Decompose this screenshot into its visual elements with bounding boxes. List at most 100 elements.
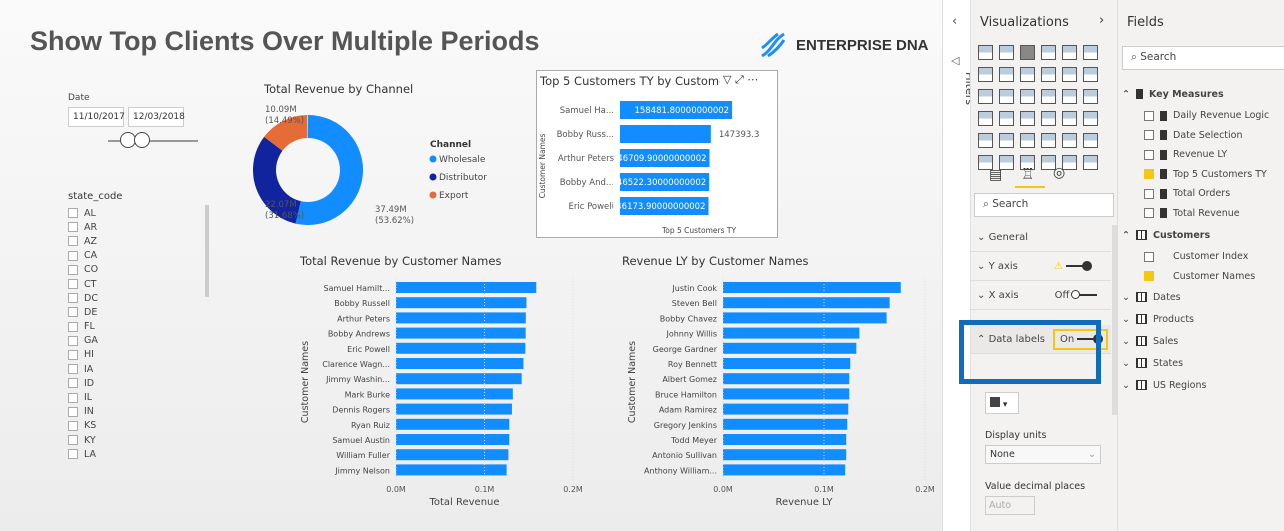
state-item[interactable]: CA	[68, 249, 98, 263]
visual-type-icon[interactable]	[1062, 45, 1077, 60]
checkbox[interactable]	[68, 279, 78, 290]
visual-type-icon[interactable]	[1041, 45, 1056, 60]
color-picker[interactable]: ▾	[985, 392, 1019, 414]
field-item[interactable]: Total Orders	[1122, 184, 1282, 204]
state-item[interactable]: KY	[68, 433, 98, 447]
state-item[interactable]: IN	[68, 405, 98, 419]
visual-type-icon[interactable]	[1083, 67, 1098, 82]
state-item[interactable]: IA	[68, 362, 98, 376]
fields-tab-icon[interactable]: ▤	[989, 167, 1002, 183]
format-search-input[interactable]: ⌕ Search	[974, 193, 1114, 217]
state-item[interactable]: AL	[68, 206, 98, 220]
checkbox[interactable]	[68, 449, 78, 460]
checkbox[interactable]	[68, 406, 78, 417]
display-units-dropdown[interactable]: None ⌄	[985, 445, 1101, 464]
checkbox[interactable]	[68, 293, 78, 304]
visual-type-icon[interactable]	[978, 111, 993, 126]
field-item[interactable]: Customer Names	[1122, 267, 1282, 287]
visual-type-icon[interactable]	[978, 133, 993, 148]
state-item[interactable]: CT	[68, 277, 98, 291]
checkbox[interactable]	[68, 250, 78, 261]
state-item[interactable]: AZ	[68, 234, 98, 248]
checkbox[interactable]	[68, 208, 78, 219]
field-item[interactable]: Daily Revenue Logic	[1122, 106, 1282, 126]
visual-type-icon[interactable]	[1062, 67, 1077, 82]
state-item[interactable]: DC	[68, 291, 98, 305]
analytics-icon[interactable]: ◎	[1053, 165, 1065, 181]
visual-type-icon[interactable]	[1020, 67, 1035, 82]
visual-type-gallery[interactable]	[975, 43, 1115, 175]
table-item[interactable]: ⌄ States	[1122, 352, 1282, 374]
checkbox[interactable]	[68, 264, 78, 275]
checkbox[interactable]	[1144, 110, 1154, 121]
state-item[interactable]: GA	[68, 334, 98, 348]
visual-type-icon[interactable]	[1062, 133, 1077, 148]
state-item[interactable]: FL	[68, 320, 98, 334]
section-y-axis[interactable]: ⌄ Y axis ⚠	[971, 252, 1111, 281]
section-general[interactable]: ⌄ General	[971, 223, 1111, 252]
checkbox[interactable]	[1144, 188, 1154, 199]
visual-type-icon[interactable]	[1083, 89, 1098, 104]
state-item[interactable]: KS	[68, 419, 98, 433]
visual-type-icon[interactable]	[1041, 133, 1056, 148]
checkbox[interactable]	[68, 222, 78, 233]
decimal-places-input[interactable]: Auto	[985, 496, 1035, 515]
checkbox[interactable]	[68, 321, 78, 332]
visual-type-icon[interactable]	[1020, 133, 1035, 148]
state-item[interactable]: AR	[68, 220, 98, 234]
checkbox[interactable]	[68, 307, 78, 318]
state-item[interactable]: CO	[68, 263, 98, 277]
visual-type-icon[interactable]	[978, 89, 993, 104]
visual-type-icon[interactable]	[1083, 133, 1098, 148]
visual-type-icon[interactable]	[999, 133, 1014, 148]
collapse-arrow-icon[interactable]: ‹	[952, 14, 957, 29]
date-end-input[interactable]: 12/03/2018	[128, 107, 185, 127]
checkbox[interactable]	[1144, 169, 1154, 180]
checkbox[interactable]	[1144, 271, 1154, 282]
fields-search-input[interactable]: ⌕ Search	[1122, 46, 1284, 70]
field-group[interactable]: ⌃ Customers	[1122, 223, 1282, 247]
visual-type-icon[interactable]	[1083, 45, 1098, 60]
visual-type-icon[interactable]	[1041, 89, 1056, 104]
date-start-input[interactable]: 11/10/2017	[68, 107, 125, 127]
visual-type-icon[interactable]	[999, 45, 1014, 60]
table-item[interactable]: ⌄ Sales	[1122, 330, 1282, 352]
visual-type-icon[interactable]	[1041, 111, 1056, 126]
visual-type-icon[interactable]	[1083, 111, 1098, 126]
y-axis-toggle[interactable]	[1066, 261, 1093, 271]
visual-type-icon[interactable]	[1020, 45, 1035, 60]
section-x-axis[interactable]: ⌄ X axis Off	[971, 281, 1111, 310]
visual-type-icon[interactable]	[978, 67, 993, 82]
checkbox[interactable]	[1144, 149, 1154, 160]
checkbox[interactable]	[68, 392, 78, 403]
visual-type-icon[interactable]	[978, 45, 993, 60]
table-item[interactable]: ⌄ Dates	[1122, 286, 1282, 308]
visual-header-icons[interactable]: ▽ ⤢ ⋯	[723, 73, 758, 87]
field-item[interactable]: Date Selection	[1122, 126, 1282, 146]
state-item[interactable]: IL	[68, 390, 98, 404]
field-item[interactable]: Top 5 Customers TY	[1122, 165, 1282, 185]
filters-pane[interactable]: ‹ ◁ Filters	[942, 0, 976, 531]
visual-type-icon[interactable]	[999, 89, 1014, 104]
field-group[interactable]: ⌃ Key Measures	[1122, 82, 1282, 106]
checkbox[interactable]	[1144, 208, 1154, 219]
format-paint-roller-icon[interactable]: ♖	[1021, 165, 1034, 183]
field-item[interactable]: Total Revenue	[1122, 204, 1282, 224]
state-item[interactable]: LA	[68, 447, 98, 461]
visual-type-icon[interactable]	[999, 111, 1014, 126]
visual-type-icon[interactable]	[1083, 155, 1098, 170]
state-item[interactable]: DE	[68, 305, 98, 319]
expand-arrow-icon[interactable]: ›	[1099, 13, 1104, 28]
visual-type-icon[interactable]	[1020, 111, 1035, 126]
checkbox[interactable]	[1144, 251, 1154, 262]
checkbox[interactable]	[68, 335, 78, 346]
top5-visual[interactable]: Top 5 Customers TY by Customer Names ▽ ⤢…	[536, 70, 778, 238]
checkbox[interactable]	[68, 420, 78, 431]
x-axis-toggle[interactable]	[1070, 290, 1097, 299]
checkbox[interactable]	[68, 378, 78, 389]
table-item[interactable]: ⌄ US Regions	[1122, 374, 1282, 396]
state-item[interactable]: HI	[68, 348, 98, 362]
field-item[interactable]: Customer Index	[1122, 247, 1282, 267]
state-item[interactable]: ID	[68, 376, 98, 390]
visual-type-icon[interactable]	[1041, 67, 1056, 82]
